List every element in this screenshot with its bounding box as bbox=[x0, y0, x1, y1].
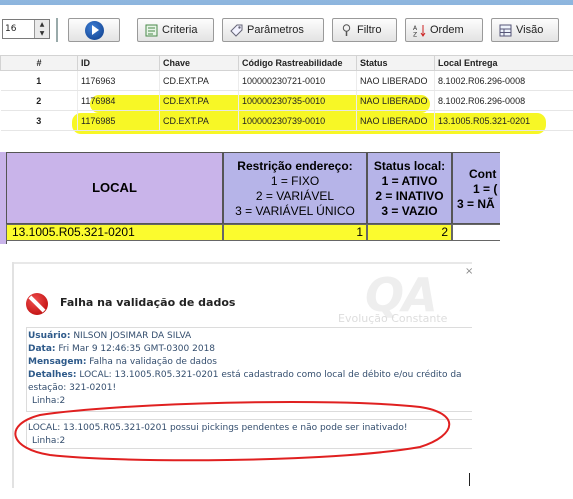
sheet-cell-restricao[interactable]: 1 bbox=[223, 224, 367, 241]
sheet-header-local[interactable]: LOCAL bbox=[6, 152, 223, 224]
detalhes-label: Detalhes: bbox=[28, 370, 77, 380]
data-value: Fri Mar 9 12:46:35 GMT-0300 2018 bbox=[58, 344, 216, 354]
rows-spinner-value: 16 bbox=[5, 24, 17, 34]
cell-status: NAO LIBERADO bbox=[356, 110, 435, 131]
cell-index: 1 bbox=[0, 70, 78, 91]
tag-icon bbox=[230, 24, 243, 37]
table-header-row: # ID Chave Código Rastreabilidade Status… bbox=[0, 55, 573, 71]
red-annotation-ellipse bbox=[14, 400, 451, 462]
cell-id: 1176963 bbox=[77, 70, 160, 91]
cell-index: 2 bbox=[0, 90, 78, 111]
filtro-label: Filtro bbox=[357, 24, 382, 36]
text-cursor bbox=[469, 473, 470, 486]
cell-local-entrega: 13.1005.R05.321-0201 bbox=[434, 110, 573, 131]
cell-index: 3 bbox=[0, 110, 78, 131]
sheet-header-status-local[interactable]: Status local: 1 = ATIVO 2 = INATIVO 3 = … bbox=[367, 152, 452, 224]
cont-line: 1 = ( bbox=[473, 182, 498, 196]
cell-local-entrega: 8.1002.R06.296-0008 bbox=[434, 90, 573, 111]
table-row[interactable]: 1 1176963 CD.EXT.PA 100000230721-0010 NA… bbox=[0, 70, 573, 91]
sort-az-icon: AZ bbox=[413, 25, 426, 38]
visao-label: Visão bbox=[516, 24, 544, 36]
toolbar: 16 ▲ ▼ Criteria Parâmetros Filtro AZ Orde… bbox=[0, 0, 573, 58]
cell-codigo: 100000230721-0010 bbox=[238, 70, 357, 91]
toolbar-separator bbox=[56, 18, 58, 42]
grid-view-icon bbox=[499, 24, 512, 37]
records-table: # ID Chave Código Rastreabilidade Status… bbox=[0, 55, 573, 131]
cell-chave: CD.EXT.PA bbox=[159, 70, 239, 91]
cell-id: 1176985 bbox=[77, 110, 160, 131]
col-header-status[interactable]: Status bbox=[356, 55, 435, 71]
visao-button[interactable]: Visão bbox=[491, 18, 559, 42]
col-header-index[interactable]: # bbox=[0, 55, 78, 71]
sheet-cell-cont[interactable] bbox=[452, 224, 500, 241]
cell-chave: CD.EXT.PA bbox=[159, 110, 239, 131]
error-icon bbox=[26, 293, 48, 315]
rows-spinner[interactable]: 16 ▲ ▼ bbox=[2, 19, 50, 39]
cell-status: NAO LIBERADO bbox=[356, 90, 435, 111]
table-row-selected[interactable]: 3 1176985 CD.EXT.PA 100000230739-0010 NA… bbox=[0, 110, 573, 131]
usuario-line: Usuário: NILSON JOSIMAR DA SILVA bbox=[28, 331, 191, 341]
criteria-icon bbox=[145, 24, 158, 37]
filtro-button[interactable]: Filtro bbox=[332, 18, 397, 42]
svg-text:Z: Z bbox=[413, 32, 417, 38]
restricao-line: 1 = FIXO bbox=[270, 174, 320, 188]
data-line: Data: Fri Mar 9 12:46:35 GMT-0300 2018 bbox=[28, 344, 215, 354]
col-header-local-entrega[interactable]: Local Entrega bbox=[434, 55, 573, 71]
detalhes-value: LOCAL: 13.1005.R05.321-0201 está cadastr… bbox=[79, 370, 462, 380]
restricao-line: Restrição endereço: bbox=[237, 159, 353, 173]
filter-icon bbox=[342, 24, 351, 36]
criteria-label: Criteria bbox=[162, 24, 198, 36]
qa-logo-subtitle: Evolução Constante bbox=[338, 312, 448, 325]
cont-line: 3 = NÃ bbox=[457, 197, 495, 211]
status-line: 2 = INATIVO bbox=[375, 189, 444, 203]
mensagem-label: Mensagem: bbox=[28, 357, 87, 367]
play-icon bbox=[85, 21, 104, 40]
sheet-header-cont[interactable]: Cont 1 = ( 3 = NÃ bbox=[452, 152, 500, 224]
restricao-line: 2 = VARIÁVEL bbox=[255, 189, 335, 203]
cell-codigo: 100000230739-0010 bbox=[238, 110, 357, 131]
spinner-arrows-icon[interactable]: ▲ ▼ bbox=[34, 20, 49, 38]
status-line: 3 = VAZIO bbox=[381, 204, 438, 218]
detalhes-line: Detalhes: LOCAL: 13.1005.R05.321-0201 es… bbox=[28, 370, 462, 380]
usuario-value: NILSON JOSIMAR DA SILVA bbox=[73, 331, 192, 341]
cell-codigo: 100000230735-0010 bbox=[238, 90, 357, 111]
sheet-header-restricao[interactable]: Restrição endereço: 1 = FIXO 2 = VARIÁVE… bbox=[223, 152, 367, 224]
col-header-codigo[interactable]: Código Rastreabilidade bbox=[238, 55, 357, 71]
sheet-cell-status[interactable]: 2 bbox=[367, 224, 452, 241]
table-row[interactable]: 2 1176984 CD.EXT.PA 100000230735-0010 NA… bbox=[0, 90, 573, 111]
qa-logo: QA bbox=[365, 268, 438, 322]
cont-line: Cont bbox=[469, 167, 497, 181]
spreadsheet: LOCAL Restrição endereço: 1 = FIXO 2 = V… bbox=[0, 150, 500, 244]
status-line: Status local: bbox=[373, 159, 446, 173]
criteria-button[interactable]: Criteria bbox=[137, 18, 214, 42]
run-button[interactable] bbox=[68, 18, 120, 42]
parametros-label: Parâmetros bbox=[247, 24, 304, 36]
ordem-button[interactable]: AZ Ordem bbox=[405, 18, 483, 42]
usuario-label: Usuário: bbox=[28, 331, 71, 341]
detalhes-continuation: estação: 321-0201! bbox=[28, 383, 117, 393]
sheet-cell-local[interactable]: 13.1005.R05.321-0201 bbox=[6, 224, 223, 241]
cell-local-entrega: 8.1002.R06.296-0008 bbox=[434, 70, 573, 91]
cell-chave: CD.EXT.PA bbox=[159, 90, 239, 111]
dialog-title: Falha na validação de dados bbox=[60, 296, 236, 309]
col-header-id[interactable]: ID bbox=[77, 55, 160, 71]
mensagem-value: Falha na validação de dados bbox=[89, 357, 217, 367]
mensagem-line: Mensagem: Falha na validação de dados bbox=[28, 357, 217, 367]
status-line: 1 = ATIVO bbox=[381, 174, 438, 188]
dialog-top-border bbox=[12, 262, 472, 264]
restricao-line: 3 = VARIÁVEL ÚNICO bbox=[235, 204, 355, 218]
cell-id: 1176984 bbox=[77, 90, 160, 111]
parametros-button[interactable]: Parâmetros bbox=[222, 18, 324, 42]
ordem-label: Ordem bbox=[430, 24, 464, 36]
col-header-chave[interactable]: Chave bbox=[159, 55, 239, 71]
data-label: Data: bbox=[28, 344, 56, 354]
cell-status: NAO LIBERADO bbox=[356, 70, 435, 91]
